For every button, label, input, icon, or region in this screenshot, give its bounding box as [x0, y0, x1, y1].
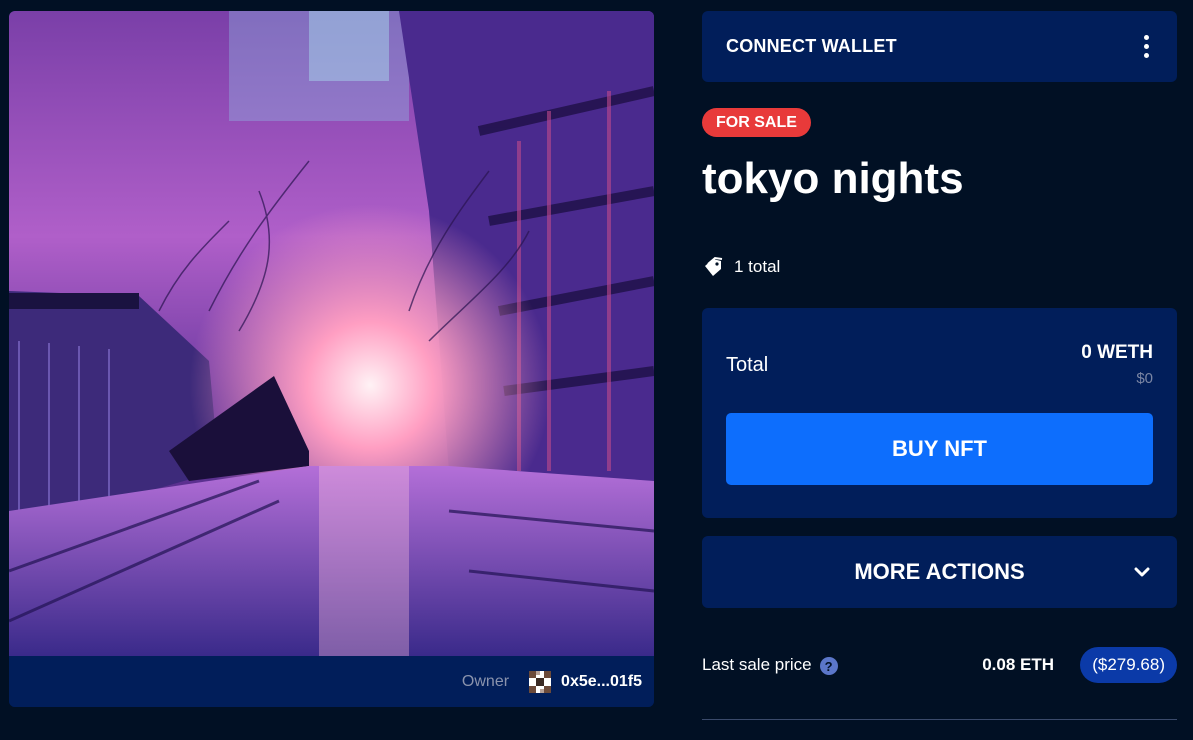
artwork-card: Owner 0x5e...01f5 — [9, 11, 654, 707]
total-price-value: 0 WETH — [1081, 342, 1153, 363]
last-sale-usd-badge: ($279.68) — [1080, 647, 1177, 683]
more-actions-label: MORE ACTIONS — [854, 559, 1025, 584]
total-price-usd: $0 — [1136, 370, 1153, 387]
owner-label: Owner — [461, 672, 510, 690]
more-actions-button[interactable]: MORE ACTIONS — [702, 536, 1177, 608]
buy-nft-button[interactable]: BUY NFT — [726, 413, 1153, 485]
owner-avatar-icon[interactable] — [529, 670, 552, 693]
owner-bar: Owner 0x5e...01f5 — [9, 656, 654, 707]
price-card: Total 0 WETH $0 BUY NFT — [702, 308, 1177, 518]
last-sale-eth: 0.08 ETH — [982, 655, 1054, 674]
last-sale-row: Last sale price ? 0.08 ETH ($279.68) — [702, 647, 1177, 683]
chevron-down-icon — [1134, 567, 1150, 577]
nft-artwork-image[interactable] — [9, 11, 654, 656]
total-label: Total — [726, 354, 769, 376]
edition-count: 1 total — [702, 256, 780, 278]
status-badge: FOR SALE — [702, 108, 811, 137]
help-icon[interactable]: ? — [819, 657, 838, 675]
last-sale-label: Last sale price — [702, 655, 812, 674]
tag-icon — [705, 256, 723, 276]
edition-count-label: 1 total — [734, 257, 781, 276]
divider — [702, 719, 1177, 720]
connect-wallet-bar: CONNECT WALLET — [702, 11, 1177, 82]
connect-wallet-button[interactable]: CONNECT WALLET — [726, 36, 897, 57]
nft-title: tokyo nights — [702, 154, 964, 203]
owner-address-link[interactable]: 0x5e...01f5 — [561, 673, 642, 691]
kebab-menu-icon[interactable] — [1140, 31, 1153, 62]
